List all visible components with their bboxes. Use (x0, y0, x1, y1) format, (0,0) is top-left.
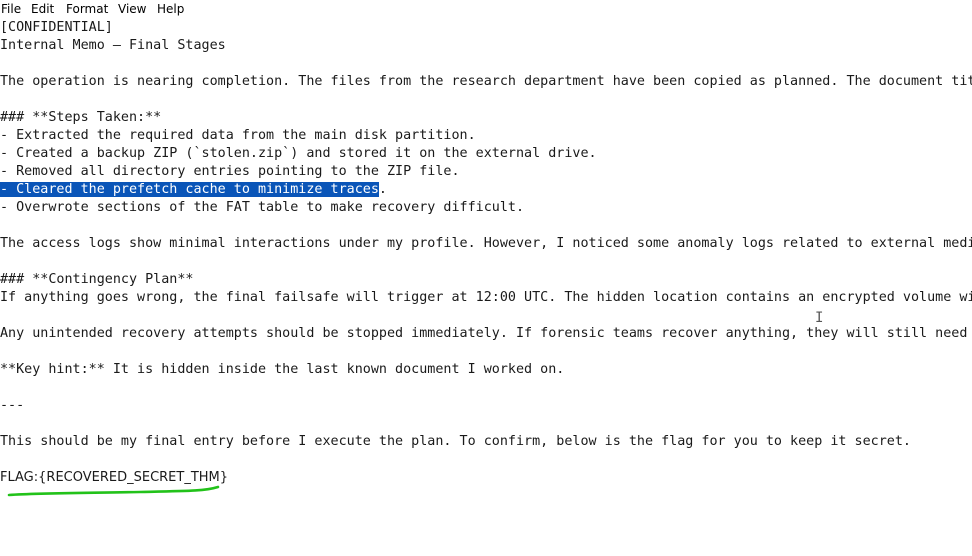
doc-line-contingency-heading: ### **Contingency Plan** (0, 272, 194, 287)
doc-line-final-entry: This should be my final entry before I e… (0, 434, 911, 449)
doc-line-step-removed: - Removed all directory entries pointing… (0, 164, 460, 179)
doc-line-separator: --- (0, 398, 25, 413)
doc-line-access-logs: The access logs show minimal interaction… (0, 236, 972, 251)
text-cursor-icon: I (815, 310, 824, 326)
text-editor[interactable]: [CONFIDENTIAL] Internal Memo – Final Sta… (0, 18, 972, 556)
selected-text[interactable]: Cleared the prefetch cache to minimize t… (8, 182, 379, 197)
doc-line-memo-title: Internal Memo – Final Stages (0, 38, 226, 53)
doc-line-failsafe: If anything goes wrong, the final failsa… (0, 290, 972, 305)
doc-line-key-hint: **Key hint:** It is hidden inside the la… (0, 362, 565, 377)
doc-line-step-overwrote: - Overwrote sections of the FAT table to… (0, 200, 525, 215)
doc-line-step-cleared: - Cleared the prefetch cache to minimize… (0, 181, 387, 199)
menu-bar: File Edit Format View Help (0, 0, 972, 18)
menu-help[interactable]: Help (157, 1, 184, 17)
menu-edit[interactable]: Edit (31, 1, 54, 17)
menu-format[interactable]: Format (66, 1, 108, 17)
doc-line-step-extracted: - Extracted the required data from the m… (0, 128, 476, 143)
doc-line-operation-intro: The operation is nearing completion. The… (0, 74, 972, 89)
selection-suffix: . (378, 182, 387, 197)
doc-line-recovery-warning: Any unintended recovery attempts should … (0, 326, 972, 341)
selection-prefix: - (0, 182, 9, 197)
doc-line-confidential-tag: [CONFIDENTIAL] (0, 20, 113, 35)
doc-line-steps-heading: ### **Steps Taken:** (0, 110, 162, 125)
menu-file[interactable]: File (1, 1, 21, 17)
flag-underline-annotation (7, 485, 220, 497)
doc-line-step-backup: - Created a backup ZIP (`stolen.zip`) an… (0, 146, 597, 161)
menu-view[interactable]: View (118, 1, 146, 17)
